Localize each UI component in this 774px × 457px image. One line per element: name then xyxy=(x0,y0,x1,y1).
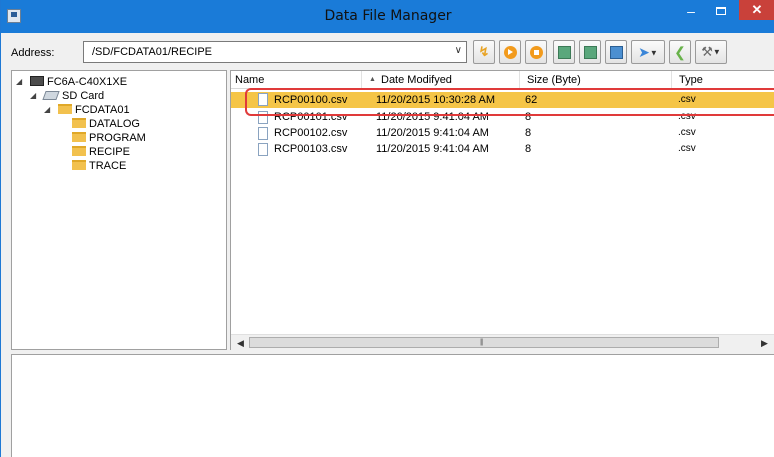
folder-icon xyxy=(72,146,86,156)
scroll-left-icon[interactable]: ◀ xyxy=(237,338,244,349)
folder-icon xyxy=(58,104,72,114)
file-date: 11/20/2015 9:41:04 AM xyxy=(376,127,489,139)
scrollbar-thumb[interactable]: ||| xyxy=(249,337,719,348)
scroll-right-icon[interactable]: ▶ xyxy=(761,338,768,349)
file-list-header: Name ▲ Date Modifyed Size (Byte) Type xyxy=(231,71,774,89)
window-title: Data File Manager xyxy=(324,8,452,24)
column-header-type[interactable]: Type xyxy=(679,74,703,86)
download-button[interactable] xyxy=(579,40,601,64)
collapse-icon[interactable]: ◢ xyxy=(44,103,50,117)
file-size: 8 xyxy=(525,143,532,155)
chevron-down-icon[interactable]: ∨ xyxy=(455,45,462,56)
file-type: .csv xyxy=(678,127,696,138)
tools-icon: ⚒ xyxy=(701,44,713,59)
folder-tree[interactable]: ◢ FC6A-C40X1XE ◢ SD Card ◢ FCDATA01 DATA… xyxy=(11,70,227,350)
run-button[interactable] xyxy=(499,40,521,64)
forward-button[interactable]: ❮ xyxy=(669,40,691,64)
back-arrow-icon: ➤ xyxy=(638,44,650,60)
highlight-box xyxy=(245,88,774,116)
column-header-size[interactable]: Size (Byte) xyxy=(527,74,581,86)
column-divider[interactable] xyxy=(519,71,520,89)
column-divider[interactable] xyxy=(671,71,672,89)
lightning-button[interactable]: ↯ xyxy=(473,40,495,64)
download-icon xyxy=(583,46,597,59)
title-bar[interactable]: Data File Manager – ✕ xyxy=(1,0,774,33)
transfer-button[interactable] xyxy=(605,40,627,64)
file-type: .csv xyxy=(678,143,696,154)
tree-label-trace: TRACE xyxy=(89,160,127,172)
file-icon xyxy=(258,143,268,156)
folder-icon xyxy=(72,132,86,142)
horizontal-scrollbar[interactable]: ◀ ||| ▶ xyxy=(231,334,774,350)
file-name: RCP00102.csv xyxy=(274,127,348,139)
minimize-button[interactable]: – xyxy=(677,4,705,22)
file-icon xyxy=(258,127,268,140)
detail-panel xyxy=(11,354,774,457)
file-size: 8 xyxy=(525,127,532,139)
address-value: /SD/FCDATA01/RECIPE xyxy=(92,46,213,58)
address-row: Address: /SD/FCDATA01/RECIPE ∨ ↯ ➤▼ ❮ ⚒▼ xyxy=(1,33,774,68)
tree-node-recipe[interactable]: RECIPE xyxy=(72,145,130,159)
tree-label-root: FC6A-C40X1XE xyxy=(47,76,128,88)
collapse-icon[interactable]: ◢ xyxy=(16,75,22,89)
forward-arrow-icon: ❮ xyxy=(674,44,686,60)
back-button[interactable]: ➤▼ xyxy=(631,40,665,64)
tree-label-sd-card: SD Card xyxy=(62,90,105,102)
run-icon xyxy=(503,46,517,59)
folder-icon xyxy=(72,118,86,128)
column-header-date[interactable]: Date Modifyed xyxy=(381,74,452,86)
sd-card-icon xyxy=(42,91,60,100)
file-row[interactable]: RCP00102.csv 11/20/2015 9:41:04 AM 8 .cs… xyxy=(231,126,774,140)
tree-label-program: PROGRAM xyxy=(89,132,146,144)
file-date: 11/20/2015 9:41:04 AM xyxy=(376,143,489,155)
tree-label-recipe: RECIPE xyxy=(89,146,130,158)
tree-node-program[interactable]: PROGRAM xyxy=(72,131,146,145)
app-window: Data File Manager – ✕ Address: /SD/FCDAT… xyxy=(0,0,774,457)
caret-down-icon: ▼ xyxy=(712,47,721,57)
maximize-icon xyxy=(716,7,726,15)
stop-button[interactable] xyxy=(525,40,547,64)
address-label: Address: xyxy=(11,47,55,59)
tools-button[interactable]: ⚒▼ xyxy=(695,40,727,64)
file-list[interactable]: Name ▲ Date Modifyed Size (Byte) Type RC… xyxy=(230,70,774,350)
stop-icon xyxy=(529,46,543,59)
transfer-icon xyxy=(609,46,623,59)
upload-icon xyxy=(557,46,571,59)
column-header-name[interactable]: Name xyxy=(235,74,264,86)
upload-button[interactable] xyxy=(553,40,575,64)
caret-down-icon: ▼ xyxy=(649,48,658,58)
sort-up-icon: ▲ xyxy=(369,76,376,83)
collapse-icon[interactable]: ◢ xyxy=(30,89,36,103)
tree-node-datalog[interactable]: DATALOG xyxy=(72,117,140,131)
close-button[interactable]: ✕ xyxy=(739,0,774,20)
lightning-icon: ↯ xyxy=(478,44,490,59)
address-input[interactable]: /SD/FCDATA01/RECIPE ∨ xyxy=(83,41,467,63)
column-divider[interactable] xyxy=(361,71,362,89)
grip-icon: ||| xyxy=(480,339,484,346)
controller-icon xyxy=(30,76,44,86)
file-row[interactable]: RCP00103.csv 11/20/2015 9:41:04 AM 8 .cs… xyxy=(231,142,774,156)
tree-node-trace[interactable]: TRACE xyxy=(72,159,126,173)
file-name: RCP00103.csv xyxy=(274,143,348,155)
folder-icon xyxy=(72,160,86,170)
tree-label-fcdata01: FCDATA01 xyxy=(75,104,130,116)
maximize-button[interactable] xyxy=(707,4,735,22)
tree-label-datalog: DATALOG xyxy=(89,118,140,130)
